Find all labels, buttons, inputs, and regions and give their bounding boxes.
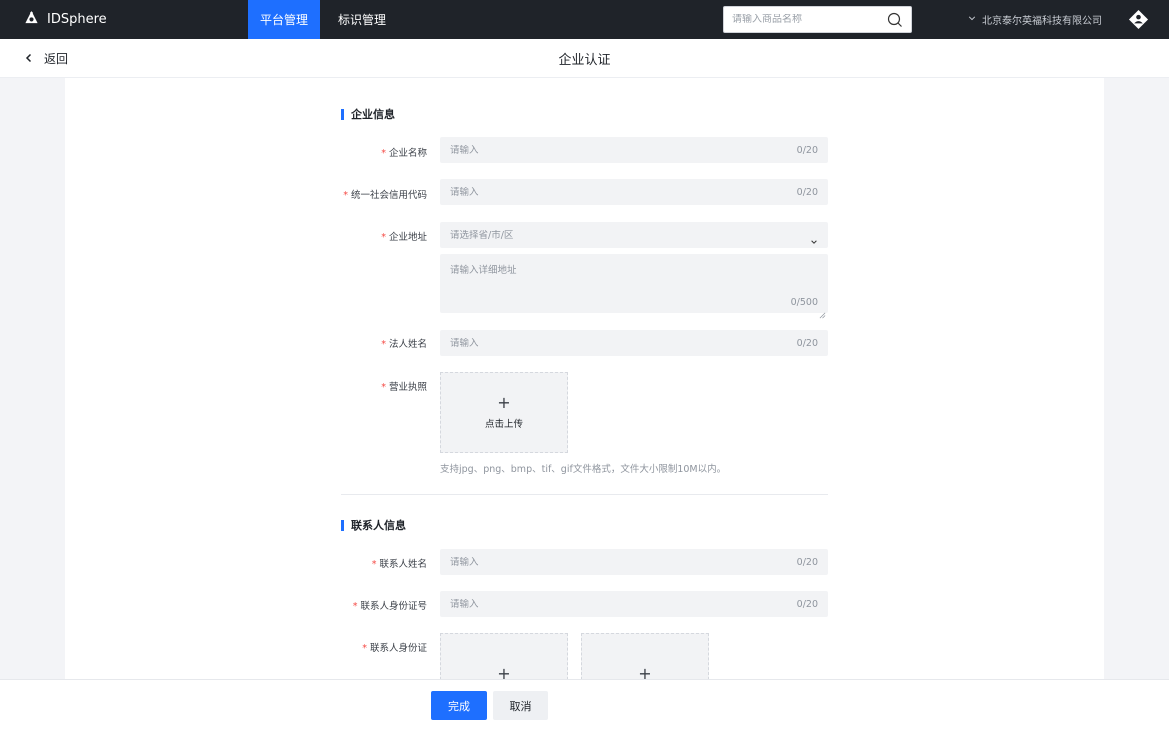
confirm-button[interactable]: 完成: [431, 691, 487, 720]
section-divider: [341, 494, 828, 495]
char-count: 0/20: [796, 144, 818, 156]
char-count: 0/20: [796, 337, 818, 349]
address-detail-field[interactable]: 0/500: [440, 254, 828, 319]
form-card: 企业信息 *企业名称 0/20 *统一社会信用代码 0/20 *企业地址 0/5…: [65, 78, 1104, 679]
section-title-contact: 联系人信息: [341, 517, 406, 533]
label-contact-name: * 联系人姓名: [371, 559, 427, 570]
label-credit-code: * 统一社会信用代码: [343, 190, 427, 201]
logo-icon: [24, 10, 39, 29]
product-search: [723, 6, 912, 33]
id-card-front-upload-button[interactable]: +: [440, 633, 568, 679]
char-count: 0/20: [796, 186, 818, 198]
credit-code-input[interactable]: [450, 186, 797, 198]
upload-hint: 支持jpg、png、bmp、tif、gif文件格式，文件大小限制10M以内。: [440, 464, 727, 475]
company-switcher[interactable]: 北京泰尔英福科技有限公司: [968, 0, 1102, 39]
char-count: 0/500: [790, 297, 818, 308]
address-detail-textarea[interactable]: [440, 254, 828, 313]
label-legal-representative: * 法人姓名: [381, 339, 427, 350]
app-name: IDSphere: [47, 12, 107, 27]
plus-icon: +: [638, 663, 652, 679]
label-business-license: * 营业执照: [381, 382, 427, 393]
region-select[interactable]: [440, 222, 828, 248]
section-accent-bar: [341, 108, 344, 120]
user-avatar-icon[interactable]: [1128, 9, 1149, 30]
label-company-name: * 企业名称: [381, 148, 427, 159]
section-accent-bar: [341, 519, 344, 531]
region-select-input[interactable]: [450, 229, 810, 241]
section-title-enterprise: 企业信息: [341, 106, 395, 122]
contact-id-number-input[interactable]: [450, 598, 797, 610]
plus-icon: +: [497, 663, 511, 679]
contact-name-field[interactable]: 0/20: [440, 549, 828, 575]
company-name-input[interactable]: [450, 144, 797, 156]
credit-code-field[interactable]: 0/20: [440, 179, 828, 205]
page-title: 企业认证: [558, 53, 611, 68]
company-name: 北京泰尔英福科技有限公司: [982, 16, 1102, 27]
tab-platform-management[interactable]: 平台管理: [248, 0, 320, 39]
upload-label: 点击上传: [484, 418, 523, 430]
page-header: 返回 企业认证: [0, 39, 1169, 78]
top-nav-bar: IDSphere 平台管理 标识管理 北京泰尔英福科技有限公司: [0, 0, 1169, 39]
legal-rep-field[interactable]: 0/20: [440, 330, 828, 356]
plus-icon: +: [497, 392, 511, 412]
section-title-text: 联系人信息: [351, 519, 406, 532]
chevron-down-icon: [968, 14, 976, 25]
resize-handle-icon[interactable]: [819, 304, 826, 319]
label-contact-id-number: * 联系人身份证号: [352, 601, 427, 612]
section-title-text: 企业信息: [351, 108, 395, 121]
id-card-back-upload-button[interactable]: +: [581, 633, 709, 679]
cancel-button[interactable]: 取消: [493, 691, 548, 720]
license-upload-button[interactable]: + 点击上传: [440, 372, 568, 453]
label-company-address: * 企业地址: [381, 232, 427, 243]
label-contact-id-card: * 联系人身份证: [362, 643, 427, 654]
legal-rep-input[interactable]: [450, 337, 797, 349]
tab-identifier-management[interactable]: 标识管理: [328, 0, 396, 39]
char-count: 0/20: [796, 556, 818, 568]
char-count: 0/20: [796, 598, 818, 610]
contact-name-input[interactable]: [450, 556, 797, 568]
app-logo[interactable]: IDSphere: [24, 0, 107, 39]
chevron-down-icon: [810, 231, 818, 244]
contact-id-number-field[interactable]: 0/20: [440, 591, 828, 617]
company-name-field[interactable]: 0/20: [440, 137, 828, 163]
search-icon[interactable]: [887, 12, 903, 28]
form-footer: 完成 取消: [0, 679, 1169, 731]
search-input[interactable]: [732, 14, 887, 25]
